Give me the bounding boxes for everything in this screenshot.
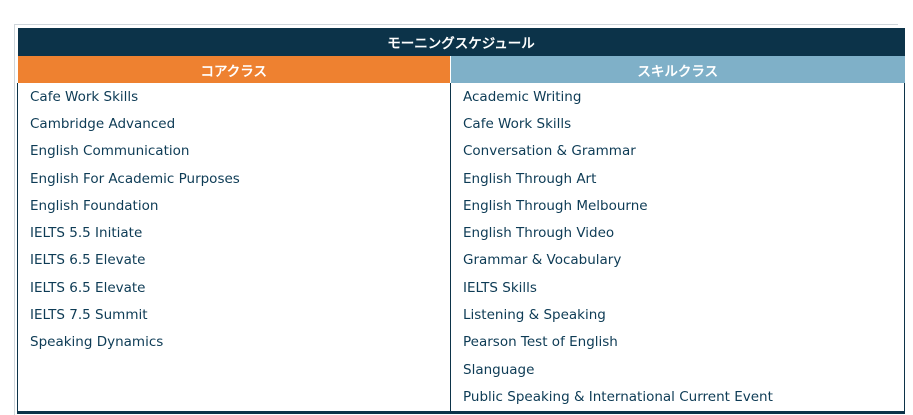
table-row: English Communication Conversation & Gra… xyxy=(17,137,905,165)
table-row: IELTS 6.5 Elevate Grammar & Vocabulary xyxy=(17,246,905,275)
core-class-cell: Cambridge Advanced xyxy=(17,110,451,138)
table-row: Cafe Work Skills Academic Writing xyxy=(17,83,905,111)
table-row: IELTS 6.5 Elevate IELTS Skills xyxy=(17,274,905,302)
core-class-cell: English Foundation xyxy=(17,192,451,220)
skill-class-cell: English Through Art xyxy=(450,164,905,193)
table-row: Speaking Dynamics Pearson Test of Englis… xyxy=(17,328,905,356)
skill-class-cell: IELTS Skills xyxy=(450,274,905,302)
page-top-border xyxy=(15,24,898,25)
table-row: IELTS 7.5 Summit Listening & Speaking xyxy=(17,301,905,329)
skill-class-cell: Conversation & Grammar xyxy=(450,137,905,165)
skill-class-cell: Cafe Work Skills xyxy=(450,110,905,138)
table-row: Slanguage xyxy=(17,355,905,384)
page-left-border xyxy=(0,24,15,415)
skill-class-cell: English Through Video xyxy=(450,219,905,247)
skill-class-cell: English Through Melbourne xyxy=(450,192,905,220)
core-class-cell: Speaking Dynamics xyxy=(17,328,451,356)
core-class-cell: English For Academic Purposes xyxy=(17,164,451,193)
skill-class-cell: Pearson Test of English xyxy=(450,328,905,356)
core-class-cell: IELTS 7.5 Summit xyxy=(17,301,451,329)
table-title: モーニングスケジュール xyxy=(17,28,905,56)
table-row: IELTS 5.5 Initiate English Through Video xyxy=(17,219,905,247)
skill-class-cell: Grammar & Vocabulary xyxy=(450,246,905,275)
core-class-header: コアクラス xyxy=(17,56,451,83)
morning-schedule-table: モーニングスケジュール コアクラス スキルクラス Cafe Work Skill… xyxy=(17,28,905,414)
table-row: English Foundation English Through Melbo… xyxy=(17,192,905,220)
table-row: English For Academic Purposes English Th… xyxy=(17,164,905,193)
skill-class-cell: Slanguage xyxy=(450,355,905,384)
skill-class-cell: Academic Writing xyxy=(450,83,905,111)
core-class-cell: Cafe Work Skills xyxy=(17,83,451,111)
core-class-cell xyxy=(17,355,451,384)
table-row: Cambridge Advanced Cafe Work Skills xyxy=(17,110,905,138)
core-class-cell: IELTS 6.5 Elevate xyxy=(17,274,451,302)
core-class-cell: English Communication xyxy=(17,137,451,165)
core-class-cell xyxy=(17,383,451,414)
core-class-cell: IELTS 6.5 Elevate xyxy=(17,246,451,275)
skill-class-cell: Listening & Speaking xyxy=(450,301,905,329)
skill-class-cell: Public Speaking & International Current … xyxy=(450,383,905,414)
core-class-cell: IELTS 5.5 Initiate xyxy=(17,219,451,247)
skill-class-header: スキルクラス xyxy=(450,56,905,83)
table-row: Public Speaking & International Current … xyxy=(17,383,905,414)
